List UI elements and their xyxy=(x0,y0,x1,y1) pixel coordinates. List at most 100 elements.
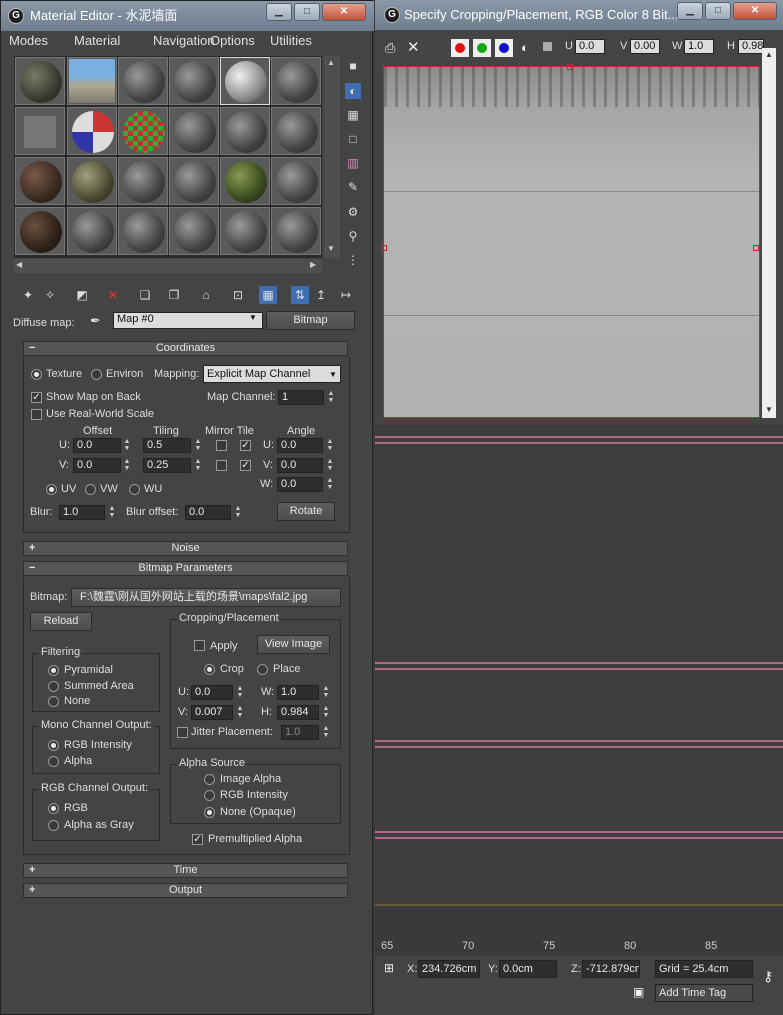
slot-16[interactable] xyxy=(169,157,219,205)
slot-11[interactable] xyxy=(220,107,270,155)
print-icon[interactable]: ⎙ xyxy=(385,40,395,56)
slot-4[interactable] xyxy=(169,57,219,105)
slot-22[interactable] xyxy=(169,207,219,255)
z-coordinate-field[interactable]: -712.879cm xyxy=(582,960,640,978)
v-offset-spinner[interactable]: ▲ ▼ xyxy=(122,458,132,473)
go-forward-to-sibling-icon[interactable]: ↦ xyxy=(337,286,355,304)
blur-offset-field[interactable]: 0.0 xyxy=(185,505,231,520)
time-rollout-header[interactable]: + Time xyxy=(23,863,348,878)
timeline-track[interactable] xyxy=(375,906,783,956)
alpha-rgb-intensity-radio[interactable] xyxy=(204,790,215,801)
blur-spinner[interactable]: ▲ ▼ xyxy=(107,505,117,520)
slot-8[interactable] xyxy=(67,107,117,155)
wu-radio[interactable] xyxy=(129,484,140,495)
v-angle-spinner[interactable]: ▲ ▼ xyxy=(325,458,335,473)
jitter-spinner[interactable]: ▲ ▼ xyxy=(321,725,331,740)
rotate-button[interactable]: Rotate xyxy=(277,502,335,521)
backlight-icon[interactable]: ◐ xyxy=(345,83,361,99)
menu-options[interactable]: Options xyxy=(210,33,255,48)
crop-v-field[interactable]: 0.007 xyxy=(191,705,233,720)
crop-h-spinner[interactable]: ▲ ▼ xyxy=(321,705,331,720)
slot-7[interactable] xyxy=(15,107,65,155)
assign-to-selection-icon[interactable]: ◩ xyxy=(73,286,91,304)
v-angle-field[interactable]: 0.0 xyxy=(277,458,323,473)
slot-6[interactable] xyxy=(271,57,321,105)
bitmap-preview-image[interactable] xyxy=(381,64,760,418)
v-offset-field[interactable]: 0.0 xyxy=(73,458,121,473)
menu-utilities[interactable]: Utilities xyxy=(270,33,312,48)
slot-12[interactable] xyxy=(271,107,321,155)
slots-vertical-scrollbar[interactable]: ▲ ▼ xyxy=(324,56,340,258)
summed-area-radio[interactable] xyxy=(48,681,59,692)
crop-close-button[interactable]: ✕ xyxy=(733,2,777,20)
slot-1[interactable] xyxy=(15,57,65,105)
slot-9[interactable] xyxy=(118,107,168,155)
make-unique-icon[interactable]: ❐ xyxy=(165,286,183,304)
maximize-button[interactable]: □ xyxy=(294,3,320,21)
scroll-right-icon[interactable]: ▶ xyxy=(310,260,316,269)
none-opaque-radio[interactable] xyxy=(204,807,215,818)
slot-23[interactable] xyxy=(220,207,270,255)
mapping-dropdown[interactable]: Explicit Map Channel xyxy=(203,365,341,383)
slot-21[interactable] xyxy=(118,207,168,255)
make-preview-icon[interactable]: ✎ xyxy=(345,179,361,195)
material-map-navigator-icon[interactable]: ⋮ xyxy=(345,252,361,268)
monochrome-icon[interactable] xyxy=(543,42,552,51)
reload-button[interactable]: Reload xyxy=(30,612,92,631)
map-name-field[interactable]: Map #0 xyxy=(113,312,263,329)
slot-17[interactable] xyxy=(220,157,270,205)
uv-radio[interactable] xyxy=(46,484,57,495)
mono-alpha-radio[interactable] xyxy=(48,756,59,767)
crop-window-v-field[interactable]: 0.00 xyxy=(630,39,660,54)
u-tiling-spinner[interactable]: ▲ ▼ xyxy=(193,438,203,453)
title-bar[interactable]: G Material Editor - 水泥墙面 ▁ □ ✕ xyxy=(1,1,374,31)
blur-field[interactable]: 1.0 xyxy=(59,505,105,520)
bitmap-path-button[interactable]: F:\魏霆\刚从国外网站上载的场景\maps\fal2.jpg xyxy=(71,588,341,607)
time-tag-icon[interactable]: ▣ xyxy=(633,985,644,999)
premultiplied-alpha-checkbox[interactable]: ✓ xyxy=(192,834,203,845)
slot-24[interactable] xyxy=(271,207,321,255)
close-button[interactable]: ✕ xyxy=(322,3,366,21)
rgb-radio[interactable] xyxy=(48,803,59,814)
jitter-checkbox[interactable] xyxy=(177,727,188,738)
rgb-intensity-radio[interactable] xyxy=(48,740,59,751)
material-id-icon[interactable]: ⊡ xyxy=(229,286,247,304)
crop-w-field[interactable]: 1.0 xyxy=(277,685,319,700)
show-map-in-viewport-icon[interactable]: ▦ xyxy=(259,286,277,304)
put-to-library-icon[interactable]: ⌂ xyxy=(197,286,215,304)
mapping-chevron-down-icon[interactable]: ▼ xyxy=(329,370,337,379)
environ-radio[interactable] xyxy=(91,369,102,380)
reset-map-icon[interactable]: ✕ xyxy=(104,286,122,304)
alpha-as-gray-radio[interactable] xyxy=(48,820,59,831)
scroll-down-icon[interactable]: ▼ xyxy=(765,405,773,414)
viewport-area[interactable]: 65 70 75 80 85 ⊞ X: 234.726cm Y: 0.0cm Z… xyxy=(375,426,783,1015)
crop-handle-right[interactable] xyxy=(753,245,759,251)
slot-19[interactable] xyxy=(15,207,65,255)
slot-15[interactable] xyxy=(118,157,168,205)
crop-maximize-button[interactable]: □ xyxy=(705,2,731,20)
alpha-channel-icon[interactable]: ◐ xyxy=(521,40,529,55)
u-angle-field[interactable]: 0.0 xyxy=(277,438,323,453)
v-tiling-field[interactable]: 0.25 xyxy=(143,458,191,473)
slots-horizontal-scrollbar[interactable]: ◀ ▶ xyxy=(14,259,322,273)
crop-minimize-button[interactable]: ▁ xyxy=(677,2,703,20)
slot-10[interactable] xyxy=(169,107,219,155)
show-map-on-back-checkbox[interactable]: ✓ xyxy=(31,392,42,403)
scroll-up-icon[interactable]: ▲ xyxy=(327,58,335,67)
video-color-check-icon[interactable]: ▥ xyxy=(345,155,361,171)
slot-2[interactable] xyxy=(67,57,117,105)
map-channel-field[interactable]: 1 xyxy=(278,390,324,405)
slot-3[interactable] xyxy=(118,57,168,105)
minimize-button[interactable]: ▁ xyxy=(266,3,292,21)
eyedropper-icon[interactable]: ✒ xyxy=(90,313,101,329)
sample-uv-tiling-icon[interactable]: □ xyxy=(345,131,361,147)
vw-radio[interactable] xyxy=(85,484,96,495)
u-mirror-checkbox[interactable] xyxy=(216,440,227,451)
crop-u-spinner[interactable]: ▲ ▼ xyxy=(235,685,245,700)
select-by-material-icon[interactable]: ⚲ xyxy=(345,228,361,244)
key-icon[interactable]: ⚷ xyxy=(763,968,773,985)
transform-mode-icon[interactable]: ⊞ xyxy=(384,961,394,975)
v-tile-checkbox[interactable]: ✓ xyxy=(240,460,251,471)
bitmap-params-rollout-header[interactable]: − Bitmap Parameters xyxy=(23,561,348,576)
crop-title-bar[interactable]: G Specify Cropping/Placement, RGB Color … xyxy=(375,0,783,30)
